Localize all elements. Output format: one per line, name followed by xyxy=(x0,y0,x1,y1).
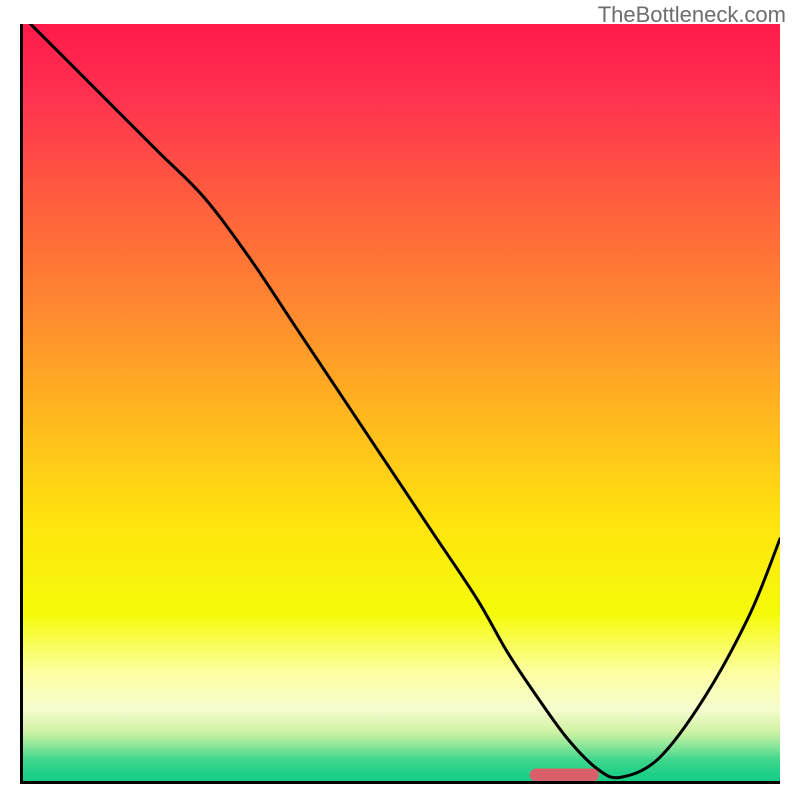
chart-container: TheBottleneck.com xyxy=(0,0,800,800)
optimal-range-marker xyxy=(530,769,598,781)
gradient-background xyxy=(23,24,780,781)
plot-area xyxy=(20,24,780,784)
plot-svg xyxy=(23,24,780,781)
